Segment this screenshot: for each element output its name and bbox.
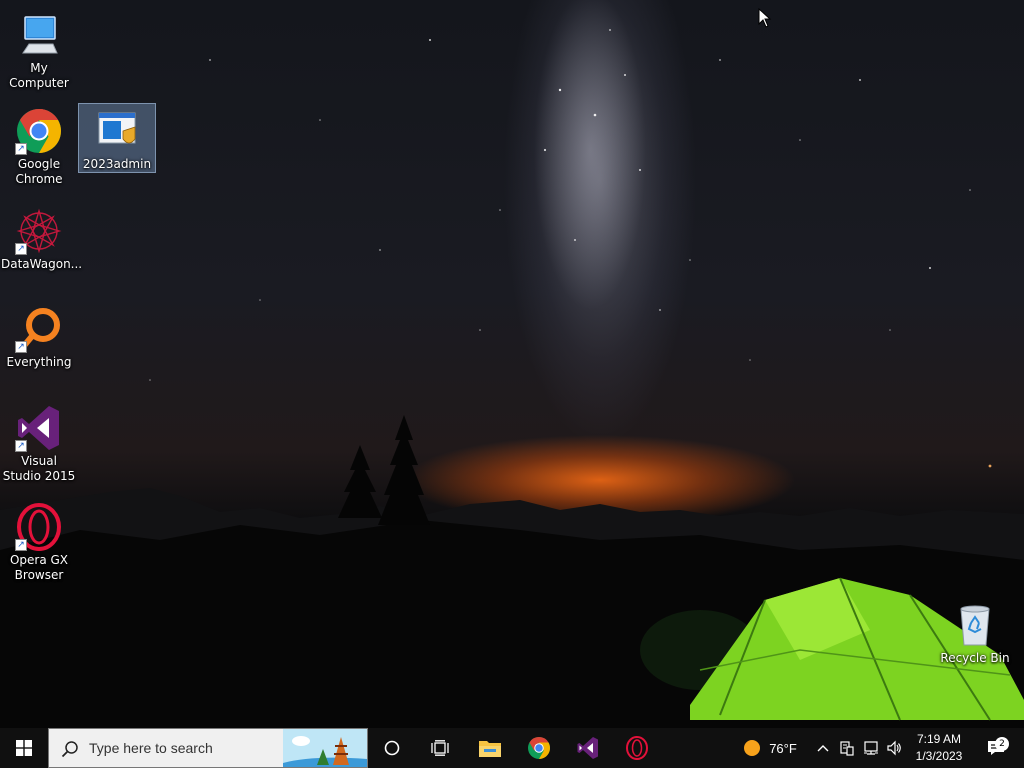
search-highlight-art-icon [283, 729, 367, 767]
taskbar-visual-studio[interactable] [565, 728, 611, 768]
desktop-icon-label: Recycle Bin [940, 651, 1010, 665]
visual-studio-icon [577, 737, 598, 759]
admin-tool-icon [93, 107, 141, 155]
desktop-icon-visual-studio-2015[interactable]: ↗ Visual Studio 2015 [1, 401, 77, 484]
task-view-button[interactable] [418, 728, 462, 768]
cortana-button[interactable] [370, 728, 414, 768]
weather-widget[interactable]: 76°F [734, 728, 806, 768]
taskbar: Type here to search 76°F 7:19 AM 1/3/202… [0, 728, 1024, 768]
desktop-wallpaper: My Computer ↗ Google Chrome 2023admin ↗ … [0, 0, 1024, 728]
clock-date: 1/3/2023 [915, 749, 963, 763]
shortcut-arrow-icon: ↗ [15, 143, 27, 155]
mouse-pointer-icon [758, 8, 772, 28]
desktop-icon-recycle-bin[interactable]: Recycle Bin [937, 598, 1013, 666]
shortcut-arrow-icon: ↗ [15, 341, 27, 353]
desktop-icon-label: Google Chrome [15, 157, 63, 186]
tray-device-button[interactable] [835, 728, 857, 768]
recycle-bin-icon [951, 601, 999, 649]
windows-logo-icon [16, 740, 32, 756]
opera-gx-icon: ↗ [15, 503, 63, 551]
taskbar-clock[interactable]: 7:19 AM 1/3/2023 [910, 731, 968, 767]
shortcut-arrow-icon: ↗ [15, 440, 27, 452]
volume-button[interactable] [883, 728, 905, 768]
taskbar-file-explorer[interactable] [467, 728, 513, 768]
weather-temperature: 76°F [769, 740, 797, 756]
desktop-icon-label: Everything [6, 355, 72, 369]
desktop-icon-label: Visual Studio 2015 [2, 454, 76, 483]
shortcut-arrow-icon: ↗ [15, 243, 27, 255]
desktop-icon-label: DataWagon... [1, 257, 83, 271]
notification-count-badge: 2 [995, 737, 1009, 751]
mountain-tent-landscape [0, 415, 1024, 728]
network-button[interactable] [859, 728, 883, 768]
chrome-icon: ↗ [15, 107, 63, 155]
desktop-icon-google-chrome[interactable]: ↗ Google Chrome [1, 104, 77, 187]
clock-time: 7:19 AM [916, 732, 962, 746]
desktop-icon-label: My Computer [9, 61, 69, 90]
datawagon-icon: ↗ [15, 207, 63, 255]
cortana-circle-icon [384, 740, 400, 756]
taskbar-opera-gx[interactable] [614, 728, 660, 768]
device-icon [840, 741, 854, 756]
speaker-icon [887, 740, 901, 756]
computer-icon [15, 11, 63, 59]
desktop-icon-label: 2023admin [82, 157, 152, 171]
chevron-up-icon [817, 745, 829, 752]
network-icon [864, 741, 878, 755]
taskbar-search-box[interactable]: Type here to search [48, 728, 368, 768]
start-button[interactable] [0, 728, 48, 768]
file-explorer-icon [479, 741, 501, 757]
desktop-icon-opera-gx[interactable]: ↗ Opera GX Browser [1, 500, 77, 583]
task-view-icon [431, 740, 449, 756]
visual-studio-icon: ↗ [15, 404, 63, 452]
search-icon [61, 741, 78, 758]
shortcut-arrow-icon: ↗ [15, 539, 27, 551]
desktop-icon-label: Opera GX Browser [9, 553, 69, 582]
desktop-icon-datawagon[interactable]: ↗ DataWagon... [1, 204, 82, 272]
show-hidden-icons-button[interactable] [812, 728, 834, 768]
desktop-icon-my-computer[interactable]: My Computer [1, 8, 77, 91]
sun-icon [744, 740, 761, 756]
chrome-icon [528, 737, 550, 759]
search-placeholder: Type here to search [89, 740, 213, 756]
desktop-icon-2023admin[interactable]: 2023admin [78, 103, 156, 173]
action-center-button[interactable]: 2 [978, 728, 1014, 768]
desktop-icon-everything[interactable]: ↗ Everything [1, 302, 77, 370]
everything-search-icon: ↗ [15, 305, 63, 353]
taskbar-chrome[interactable] [516, 728, 562, 768]
opera-gx-icon [626, 736, 648, 760]
